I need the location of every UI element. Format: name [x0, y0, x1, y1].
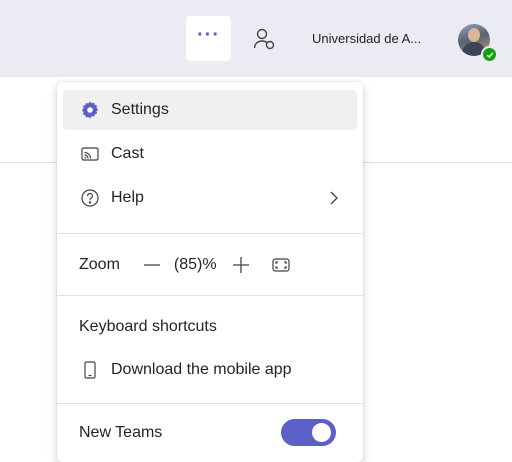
more-options-menu: Settings Cast Help Zoom (85)% Keyboard s… [57, 82, 363, 462]
people-icon[interactable] [253, 27, 275, 51]
chevron-right-icon [330, 191, 338, 205]
menu-item-label: Download the mobile app [111, 361, 292, 378]
menu-item-label: Help [111, 189, 144, 206]
zoom-value: (85)% [173, 256, 217, 273]
menu-item-help[interactable]: Help [63, 178, 357, 218]
toggle-knob [312, 423, 331, 442]
question-circle-icon [79, 187, 101, 209]
zoom-label: Zoom [79, 256, 120, 273]
menu-item-download-mobile-app[interactable]: Download the mobile app [63, 350, 357, 390]
new-teams-toggle[interactable] [281, 419, 336, 446]
menu-divider [57, 233, 363, 234]
menu-item-label: Keyboard shortcuts [79, 318, 217, 335]
menu-divider [57, 403, 363, 404]
more-options-button[interactable]: ··· [186, 16, 231, 61]
menu-item-settings[interactable]: Settings [63, 90, 357, 130]
more-horizontal-icon: ··· [197, 23, 220, 46]
zoom-controls: Zoom (85)% [79, 245, 349, 285]
menu-item-label: New Teams [79, 424, 163, 441]
title-bar: ··· Universidad de A... [0, 0, 512, 77]
phone-icon [79, 359, 101, 381]
menu-item-label: Cast [111, 145, 144, 162]
plus-icon[interactable] [231, 255, 251, 275]
organization-name[interactable]: Universidad de A... [312, 31, 421, 46]
minus-icon[interactable] [142, 255, 162, 275]
presence-available-icon [481, 46, 498, 63]
full-screen-icon[interactable] [271, 255, 291, 275]
menu-item-cast[interactable]: Cast [63, 134, 357, 174]
cast-icon [79, 143, 101, 165]
gear-icon [79, 99, 101, 121]
menu-item-label: Settings [111, 101, 169, 118]
menu-divider [57, 295, 363, 296]
menu-item-keyboard-shortcuts[interactable]: Keyboard shortcuts [63, 307, 357, 347]
